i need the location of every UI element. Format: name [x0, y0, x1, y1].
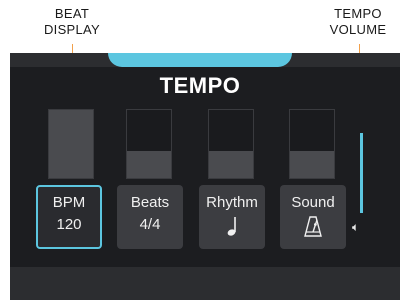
tempo-volume-callout: TEMPO VOLUME [318, 6, 398, 38]
beats-button-value: 4/4 [139, 216, 161, 233]
beat-indicator-2 [126, 109, 172, 179]
beat-indicator-4 [289, 109, 335, 179]
screen-title: TEMPO [159, 73, 241, 98]
callout-text: TEMPO [334, 6, 382, 21]
metronome-icon [304, 216, 322, 237]
bpm-button-value: 120 [56, 216, 82, 233]
beat-indicator-fill [127, 150, 171, 178]
rhythm-button-label: Rhythm [206, 194, 258, 211]
beat-indicator-fill [49, 110, 93, 178]
beat-indicator-3 [208, 109, 254, 179]
callout-text: DISPLAY [43, 22, 101, 37]
beats-button[interactable]: Beats 4/4 [117, 185, 183, 249]
tempo-volume-slider[interactable] [360, 133, 363, 213]
quarter-note-icon [227, 217, 236, 236]
sound-button-label: Sound [291, 194, 335, 211]
beat-indicator-1 [48, 109, 94, 179]
callout-text: VOLUME [329, 22, 387, 37]
rhythm-button[interactable]: Rhythm [199, 185, 265, 249]
bpm-button[interactable]: BPM 120 [36, 185, 102, 249]
bpm-button-label: BPM [52, 194, 86, 211]
metronome-screen: TEMPO 🔈︎ BPM 120 Beats 4/4 Rhythm Sound [10, 53, 400, 300]
beat-display-callout: BEAT DISPLAY [40, 6, 104, 38]
sound-button[interactable]: Sound [280, 185, 346, 249]
beat-indicator-fill [209, 150, 253, 178]
footer-strip [10, 267, 400, 300]
speaker-icon: 🔈︎ [352, 220, 360, 234]
callout-text: BEAT [54, 6, 90, 21]
top-tab-indicator [108, 53, 292, 67]
beat-indicator-fill [290, 150, 334, 178]
beats-button-label: Beats [130, 194, 170, 211]
